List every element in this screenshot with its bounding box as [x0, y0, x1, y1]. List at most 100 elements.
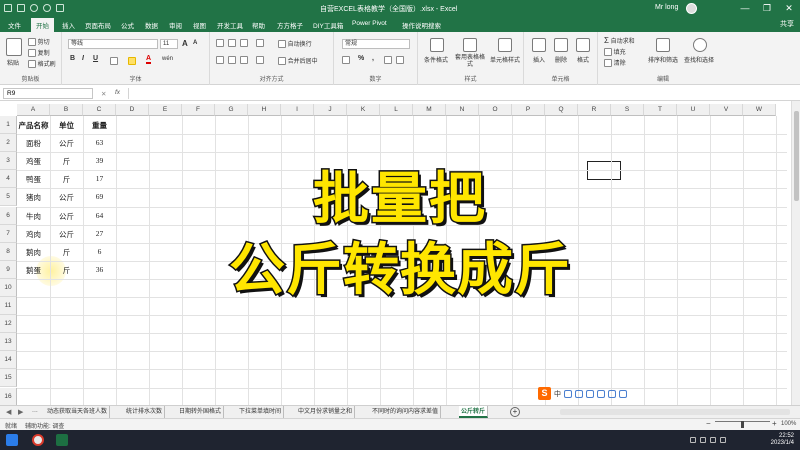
font-name-select[interactable]: 等线 — [68, 39, 158, 49]
align-left-icon[interactable] — [216, 56, 224, 64]
ime-keyboard-icon[interactable] — [597, 389, 605, 398]
sheet-tab[interactable]: 动态获取当天各班人数 — [45, 406, 111, 418]
find-select-icon[interactable] — [693, 38, 707, 52]
more-sheets-button[interactable]: ... — [32, 407, 38, 414]
table-header-cell[interactable]: 重量 — [83, 120, 116, 131]
horizontal-scrollbar[interactable] — [560, 409, 790, 415]
paste-button[interactable]: 粘贴 — [7, 58, 19, 67]
comma-button[interactable]: , — [372, 55, 374, 62]
prev-sheet-button[interactable]: ◀ — [6, 408, 11, 416]
cell-styles-button[interactable]: 单元格样式 — [490, 55, 520, 64]
delete-cells-icon[interactable] — [554, 38, 568, 52]
sogou-logo[interactable]: S — [538, 387, 551, 400]
column-header[interactable]: H — [248, 104, 281, 116]
column-header[interactable]: P — [512, 104, 545, 116]
align-top-icon[interactable] — [216, 39, 224, 47]
tab-diy-toolbox[interactable]: DIY工具箱 — [313, 20, 343, 30]
tab-home[interactable]: 开始 — [31, 18, 54, 32]
table-cell[interactable]: 面粉 — [17, 138, 50, 149]
tab-page-layout[interactable]: 页面布局 — [85, 20, 111, 30]
avatar[interactable] — [686, 3, 697, 14]
align-middle-icon[interactable] — [228, 39, 236, 47]
underline-button[interactable]: U — [93, 55, 98, 62]
font-color-button[interactable]: A — [146, 55, 152, 64]
excel-taskbar-icon[interactable] — [56, 434, 68, 446]
column-header[interactable]: C — [83, 104, 116, 116]
table-header-cell[interactable]: 单位 — [50, 120, 83, 131]
column-header[interactable]: W — [743, 104, 776, 116]
phonetic-button[interactable]: wén — [162, 56, 173, 62]
percent-button[interactable]: % — [358, 55, 364, 62]
insert-cells-icon[interactable] — [532, 38, 546, 52]
sheet-tab[interactable]: 日期转外国格式 — [177, 406, 225, 418]
chrome-icon[interactable] — [32, 434, 44, 446]
conditional-format-icon[interactable] — [430, 38, 444, 52]
accessibility-status[interactable]: 辅助功能: 调查 — [25, 421, 64, 430]
paste-icon[interactable] — [6, 38, 22, 56]
network-icon[interactable] — [710, 437, 716, 443]
column-header[interactable]: M — [413, 104, 446, 116]
table-header-cell[interactable]: 产品名称 — [17, 120, 50, 131]
column-header[interactable]: A — [17, 104, 50, 116]
row-header[interactable]: 14 — [0, 351, 17, 370]
conditional-format-button[interactable]: 条件格式 — [424, 55, 448, 64]
column-header[interactable]: J — [314, 104, 347, 116]
orientation-icon[interactable] — [256, 39, 264, 47]
volume-icon[interactable] — [720, 437, 726, 443]
align-center-icon[interactable] — [228, 56, 236, 64]
zoom-level[interactable]: 100% — [781, 421, 796, 427]
sheet-tab[interactable]: 不同时的询问内容求差值 — [370, 406, 442, 418]
row-header[interactable]: 15 — [0, 369, 17, 388]
close-button[interactable]: ✕ — [778, 0, 800, 17]
tab-developer[interactable]: 开发工具 — [217, 20, 243, 30]
tab-formulas[interactable]: 公式 — [121, 20, 134, 30]
autosave-icon[interactable] — [4, 4, 12, 12]
insert-function-icon[interactable]: fx — [115, 89, 120, 96]
formula-input[interactable] — [128, 88, 796, 99]
name-box[interactable]: R9 — [3, 88, 93, 99]
column-header[interactable]: R — [578, 104, 611, 116]
autosum-button[interactable]: Σ 自动求和 — [604, 36, 635, 45]
customize-toolbar-icon[interactable] — [56, 4, 64, 12]
tab-fangfangezi[interactable]: 方方格子 — [277, 20, 303, 30]
column-header[interactable]: O — [479, 104, 512, 116]
sort-filter-button[interactable]: 排序和筛选 — [648, 55, 678, 64]
cancel-entry-icon[interactable]: ✕ — [101, 90, 106, 98]
copy-button[interactable]: 复制 — [28, 48, 50, 58]
undo-icon[interactable] — [30, 4, 38, 12]
decrease-decimal-icon[interactable] — [396, 56, 404, 64]
insert-cells-button[interactable]: 插入 — [533, 55, 545, 64]
row-header[interactable]: 16 — [0, 387, 17, 406]
indent-icon[interactable] — [256, 56, 264, 64]
column-header[interactable]: Q — [545, 104, 578, 116]
ime-menu-icon[interactable] — [619, 389, 627, 398]
column-header[interactable]: I — [281, 104, 314, 116]
column-header[interactable]: N — [446, 104, 479, 116]
windows-start-icon[interactable] — [6, 434, 18, 446]
taskbar-clock[interactable]: 22:52 2023/1/4 — [771, 433, 794, 447]
delete-cells-button[interactable]: 删除 — [555, 55, 567, 64]
row-header[interactable]: 13 — [0, 333, 17, 352]
number-format-select[interactable]: 常规 — [342, 39, 410, 49]
column-header[interactable]: G — [215, 104, 248, 116]
tab-view[interactable]: 视图 — [193, 20, 206, 30]
ime-language[interactable]: 中 — [554, 389, 561, 399]
column-header[interactable]: K — [347, 104, 380, 116]
tray-icon[interactable] — [690, 437, 696, 443]
next-sheet-button[interactable]: ▶ — [18, 408, 23, 416]
bold-button[interactable]: B — [70, 55, 75, 62]
font-size-select[interactable]: 11 — [160, 39, 178, 49]
format-cells-icon[interactable] — [576, 38, 590, 52]
sheet-tab-active[interactable]: 公斤转斤 — [459, 406, 489, 418]
column-header[interactable]: F — [182, 104, 215, 116]
add-sheet-button[interactable]: + — [510, 407, 520, 417]
cut-button[interactable]: 剪切 — [28, 37, 50, 47]
find-select-button[interactable]: 查找和选择 — [684, 55, 714, 64]
increase-decimal-icon[interactable] — [384, 56, 392, 64]
tab-review[interactable]: 审阅 — [169, 20, 182, 30]
format-as-table-button[interactable]: 套用表格格式 — [454, 55, 486, 69]
sheet-tab[interactable]: 中文月份求销量之和 — [296, 406, 356, 418]
save-icon[interactable] — [17, 4, 25, 12]
tell-me-search[interactable]: 操作说明搜索 — [402, 20, 441, 30]
ime-punct-icon[interactable] — [564, 389, 572, 398]
